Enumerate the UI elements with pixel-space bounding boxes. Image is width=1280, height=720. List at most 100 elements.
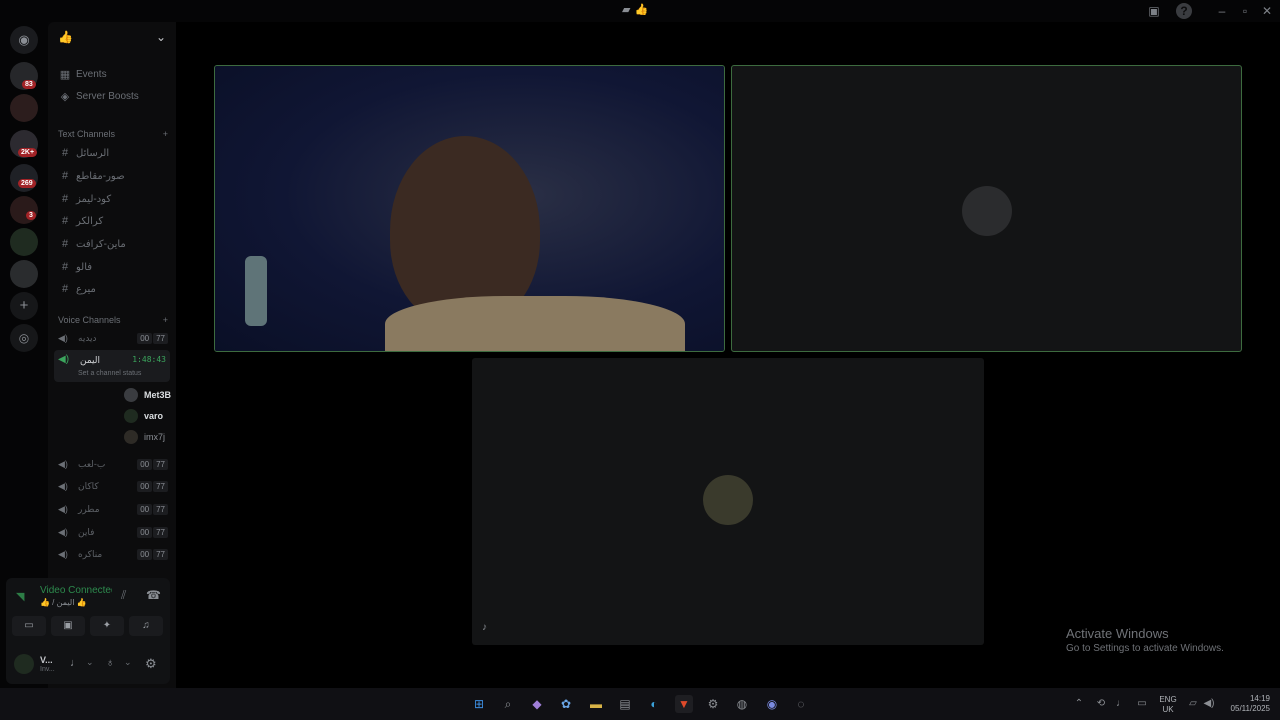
voice-channel[interactable]: ◀) كاكان 00 77 [54,476,170,496]
unread-badge: 2K+ [18,148,38,157]
keyboard-layout: UK [1162,705,1174,714]
brave-icon[interactable]: ▼ [675,695,693,713]
signal-icon[interactable]: ◥ [16,590,24,603]
server-header[interactable]: 👍 ⌄ [48,22,176,52]
inbox-icon[interactable]: ▣ [1146,3,1162,19]
clock[interactable]: 14:19 05/11/2025 [1224,694,1270,714]
microphone-tray-icon[interactable]: ♩ [1112,695,1130,713]
watermark-subtitle: Go to Settings to activate Windows. [1066,643,1224,654]
soundboard-button[interactable]: ♫ [129,616,163,636]
hash-icon: # [61,261,69,273]
active-voice-channel[interactable]: ◀) اليمن 1:48:43 Set a channel status [54,350,170,382]
text-channel[interactable]: # كرالكر [48,211,176,231]
camera-toggle-button[interactable]: ▭ [12,616,46,636]
server-boosts-item[interactable]: ◈ Server Boosts [48,86,176,106]
microphone-icon[interactable]: ♩ [70,657,81,669]
settings-gear-icon[interactable]: ⚙ [145,656,157,672]
start-icon[interactable]: ⊞ [470,695,488,713]
language-indicator[interactable]: ENG UK [1156,695,1180,715]
text-channel[interactable]: # الرسائل [48,143,176,163]
text-channel[interactable]: # ميرع [48,279,176,299]
member-name: Met3B [144,390,172,400]
close-button[interactable]: ✕ [1259,3,1275,19]
user-avatar[interactable] [14,654,34,674]
display-icon[interactable]: ▭ [1133,695,1151,713]
voice-channel[interactable]: ◀) ديديه 00 77 [54,328,170,348]
screen-share-button[interactable]: ▣ [51,616,85,636]
user-count: 00 [137,503,153,515]
user-limit: 77 [153,526,168,538]
text-channel[interactable]: # فالو [48,257,176,277]
voice-channel-name: كاكان [78,480,99,491]
minimize-button[interactable]: – [1214,3,1230,19]
channel-name: الرسائل [76,147,110,159]
discover-icon[interactable]: ◎ [10,324,38,352]
unread-badge: 83 [22,80,36,89]
gamepad-icon[interactable]: ◆ [528,695,546,713]
server-icon[interactable] [10,196,38,224]
unread-badge: 269 [18,179,36,188]
text-channel[interactable]: # صور-مقاطع [48,166,176,186]
headphones-icon[interactable]: ♁ [106,657,114,669]
unread-badge: 3 [26,211,36,220]
voice-channel-name: اليمن [80,355,101,365]
sync-icon[interactable]: ⟲ [1092,695,1110,713]
language-code: ENG [1159,695,1177,704]
voice-channels-category[interactable]: Voice Channels + [58,315,168,325]
chevron-down-icon[interactable]: ⌄ [86,657,94,668]
noise-suppression-icon[interactable]: ⫽ [121,588,126,603]
add-channel-icon[interactable]: + [163,129,168,139]
video-tile-camera[interactable] [214,65,725,352]
voice-channel[interactable]: ◀) مطرر 00 77 [54,499,170,519]
events-item[interactable]: ▦ Events [48,64,176,84]
copilot-icon[interactable]: ✿ [557,695,575,713]
text-channels-category[interactable]: Text Channels + [58,129,168,139]
hash-icon: # [61,193,69,205]
add-server-icon[interactable]: + [10,292,38,320]
search-icon[interactable]: ⌕ [499,695,517,713]
channel-status-hint[interactable]: Set a channel status [78,370,141,377]
connection-channel[interactable]: 👍 / اليمن 👍 [40,598,87,607]
video-tile-avatar[interactable] [731,65,1242,352]
discord-icon[interactable]: ◉ [763,695,781,713]
steam-icon[interactable]: ◍ [733,695,751,713]
connection-status: Video Connected [40,585,112,596]
username: V... [40,655,53,665]
voice-channel[interactable]: ◀) فاين 00 77 [54,522,170,542]
participant-avatar [962,186,1012,236]
maximize-button[interactable]: ▫ [1237,3,1253,19]
text-channel[interactable]: # كود-ليمز [48,189,176,209]
discord-home-icon[interactable]: ◉ [10,26,38,54]
voice-member[interactable]: varo [124,407,163,425]
activities-button[interactable]: ✦ [90,616,124,636]
disconnect-icon[interactable]: ☎ [146,588,161,602]
volume-icon[interactable]: ◀) [1200,695,1218,713]
chevron-down-icon[interactable]: ⌄ [124,657,132,668]
current-server-icon[interactable] [10,260,38,288]
channel-name: صور-مقاطع [76,170,125,182]
file-explorer-icon[interactable]: ▬ [587,695,605,713]
channel-name: كود-ليمز [76,193,112,205]
store-icon[interactable]: ▤ [616,695,634,713]
edge-icon[interactable]: ◐ [645,695,663,713]
user-limit: 77 [153,332,168,344]
participant-avatar [703,475,753,525]
settings-icon[interactable]: ⚙ [704,695,722,713]
user-status: Inv... [40,666,55,673]
add-channel-icon[interactable]: + [163,315,168,325]
voice-channel[interactable]: ◀) ب-لعب 00 77 [54,454,170,474]
video-tile-avatar[interactable]: ♪ [472,358,984,645]
app-icon[interactable]: ◌ [792,695,810,713]
voice-channel[interactable]: ◀) مناكره 00 77 [54,544,170,564]
windows-taskbar: ⊞ ⌕ ◆ ✿ ▬ ▤ ◐ ▼ ⚙ ◍ ◉ ◌ ⌃ ⟲ ♩ ▭ ENG UK ▱… [0,688,1280,720]
chevron-up-icon[interactable]: ⌃ [1070,695,1088,713]
server-icon[interactable] [10,228,38,256]
text-channel[interactable]: # ماين-كرافت [48,234,176,254]
speaker-icon: ◀) [58,503,68,514]
server-icon[interactable] [10,94,38,122]
server-name: 👍 [58,30,73,44]
voice-channel-name: مناكره [78,548,103,559]
server-boosts-label: Server Boosts [76,90,139,102]
help-icon[interactable]: ? [1176,3,1192,19]
user-limit: 77 [153,480,168,492]
